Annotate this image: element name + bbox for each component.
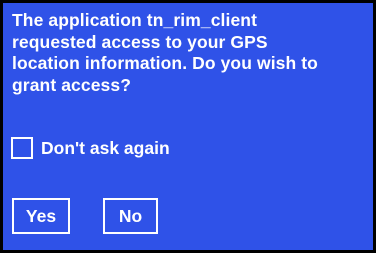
gps-permission-dialog: The application tn_rim_client requested … — [0, 0, 376, 253]
message-line: The application tn_rim_client — [12, 10, 258, 30]
yes-button[interactable]: Yes — [12, 198, 70, 234]
dont-ask-again-row[interactable]: Don't ask again — [11, 136, 170, 160]
dont-ask-again-checkbox[interactable] — [11, 137, 33, 159]
dialog-message: The application tn_rim_client requested … — [12, 10, 372, 96]
message-line: requested access to your GPS — [12, 31, 268, 52]
dont-ask-again-label[interactable]: Don't ask again — [41, 137, 170, 159]
message-line: location information. Do you wish to — [12, 53, 318, 73]
message-line: grant access? — [12, 74, 131, 95]
no-button[interactable]: No — [103, 198, 158, 234]
